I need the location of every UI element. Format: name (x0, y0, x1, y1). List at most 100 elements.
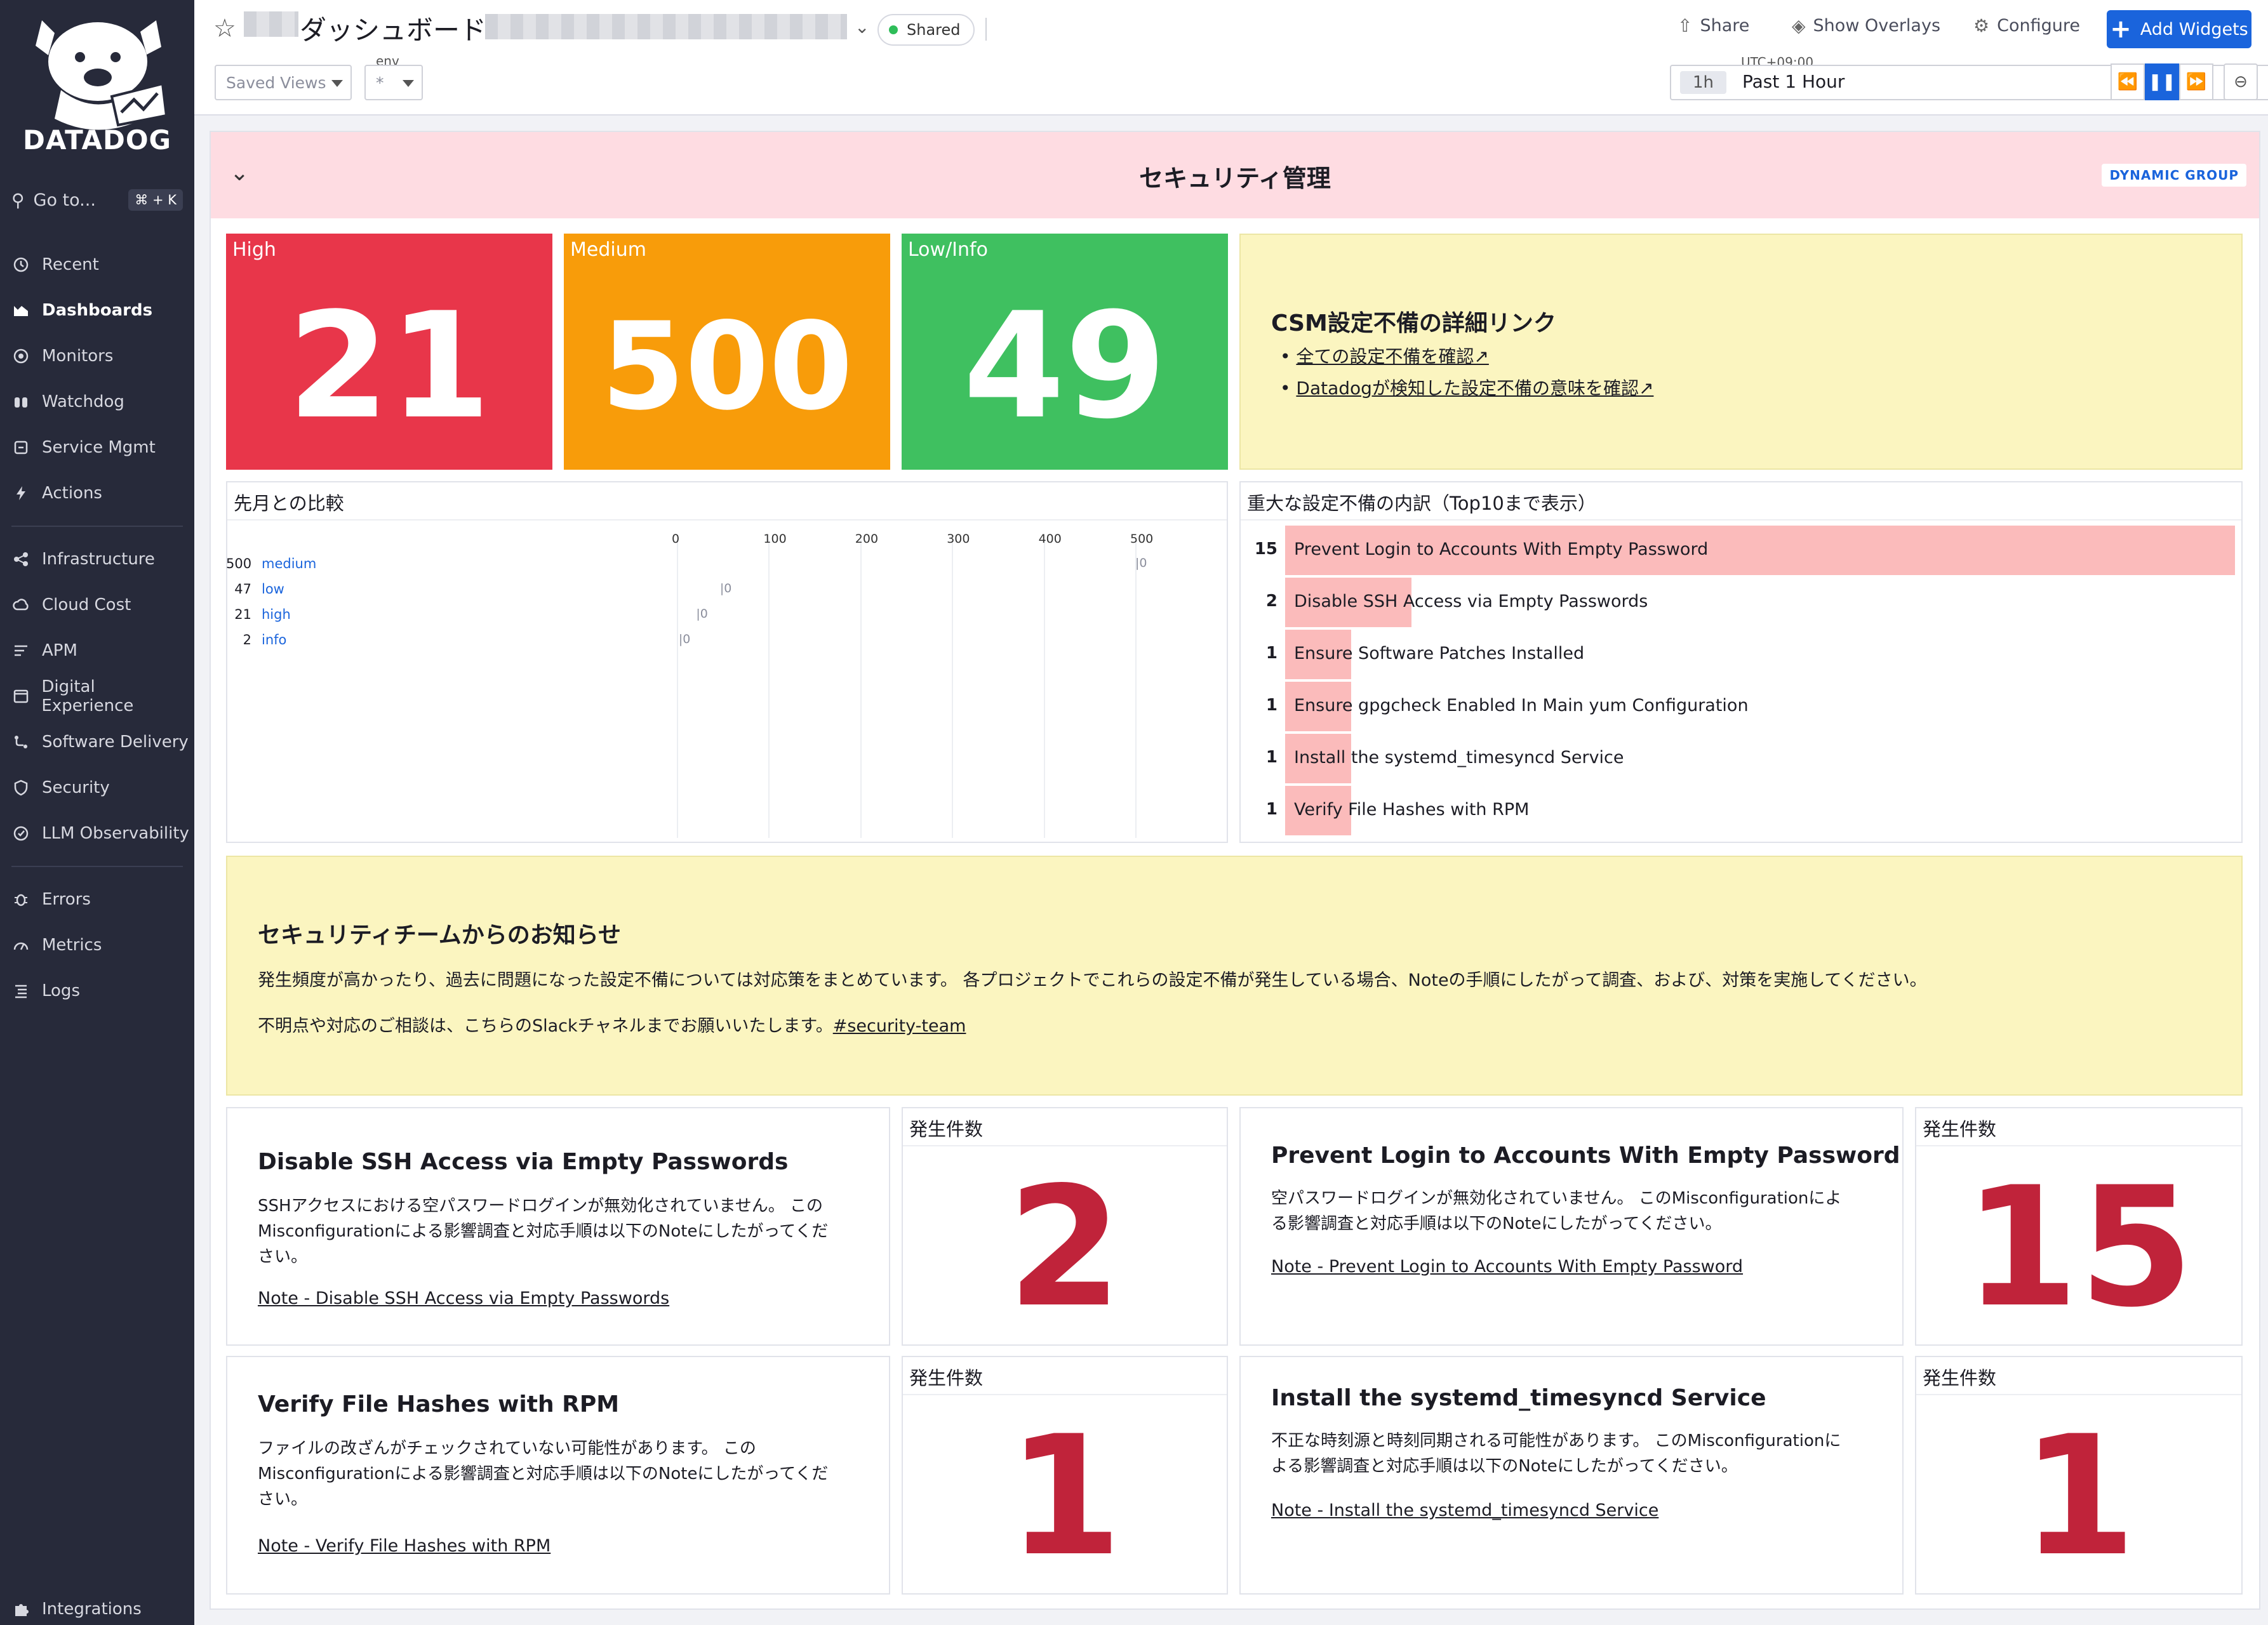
card-note-link[interactable]: Note - Disable SSH Access via Empty Pass… (258, 1289, 669, 1308)
sidebar-item-watchdog[interactable]: Watchdog (11, 386, 189, 418)
list-item[interactable]: 2 Disable SSH Access via Empty Passwords (1241, 576, 2241, 628)
query-value-low-info[interactable]: Low/Info 49 (902, 234, 1228, 470)
sidebar-item-recent[interactable]: Recent (11, 249, 189, 281)
shared-badge[interactable]: Shared (877, 14, 975, 46)
zoom-out-icon: ⊖ (2234, 72, 2248, 91)
sidebar-item-cloud-cost[interactable]: Cloud Cost (11, 589, 189, 621)
sidebar-item-logs[interactable]: Logs (11, 975, 189, 1007)
goto-search[interactable]: ⚲ Go to... ⌘ + K (11, 184, 183, 216)
sidebar-item-digital-experience[interactable]: Digital Experience (11, 677, 189, 715)
saved-views-select[interactable]: Saved Views (215, 65, 352, 100)
sidebar-item-label: Security (42, 778, 110, 797)
env-select[interactable]: * (364, 65, 423, 100)
sidebar-item-apm[interactable]: APM (11, 635, 189, 667)
share-label: Share (1700, 16, 1750, 36)
widget-title: 重大な設定不備の内訳（Top10まで表示） (1247, 493, 1596, 514)
sidebar-item-integrations[interactable]: Integrations (11, 1593, 189, 1625)
sidebar-item-security[interactable]: Security (11, 772, 189, 804)
sidebar-item-software-delivery[interactable]: Software Delivery (11, 726, 189, 758)
widget-title: Low/Info (908, 239, 988, 261)
upload-icon: ⇧ (1678, 15, 1693, 36)
widget-title: 先月との比較 (234, 493, 344, 514)
logs-icon (11, 981, 30, 1000)
list-item[interactable]: 1 Ensure Software Patches Installed (1241, 628, 2241, 680)
count-widget[interactable]: 発生件数 1 (1915, 1356, 2243, 1595)
count-value: 2 (1007, 1152, 1123, 1344)
title-divider (985, 18, 987, 41)
list-count: 1 (1265, 748, 1277, 767)
dashboard-icon (11, 301, 30, 320)
card-note-link[interactable]: Note - Prevent Login to Accounts With Em… (1271, 1257, 1743, 1277)
page-title[interactable]: ダッシュボード (300, 9, 486, 48)
card-note-link[interactable]: Note - Install the systemd_timesyncd Ser… (1271, 1501, 1658, 1520)
card-title: Disable SSH Access via Empty Passwords (258, 1149, 789, 1175)
sidebar-item-label: Watchdog (42, 392, 124, 411)
show-overlays-button[interactable]: ◈ Show Overlays (1792, 15, 1940, 36)
title-divider (1916, 1394, 2241, 1395)
sidebar-item-label: Service Mgmt (42, 438, 156, 457)
star-icon[interactable]: ☆ (213, 14, 236, 43)
query-value: 49 (963, 282, 1167, 451)
rewind-button[interactable]: ⏪ (2111, 63, 2145, 100)
count-widget[interactable]: 発生件数 15 (1915, 1107, 2243, 1346)
sidebar-item-label: Integrations (42, 1600, 142, 1619)
group-header[interactable]: ⌄ セキュリティ管理 DYNAMIC GROUP (211, 132, 2259, 218)
sidebar-item-infrastructure[interactable]: Infrastructure (11, 543, 189, 575)
list-count: 2 (1265, 592, 1277, 611)
row-name[interactable]: info (262, 632, 286, 647)
share-button[interactable]: ⇧ Share (1678, 15, 1749, 36)
title-divider (227, 519, 1227, 521)
add-widgets-button[interactable]: + Add Widgets (2107, 10, 2251, 48)
list-item[interactable]: 1 Install the systemd_timesyncd Service (1241, 733, 2241, 785)
chevron-down-icon[interactable]: ⌄ (855, 17, 869, 37)
sidebar-item-monitors[interactable]: Monitors (11, 340, 189, 372)
shield-icon (11, 778, 30, 797)
sidebar-item-label: APM (42, 641, 77, 660)
axis-tick-label: 0 (672, 532, 680, 546)
note-title: CSM設定不備の詳細リンク (1271, 310, 1556, 336)
sidebar-item-service-mgmt[interactable]: Service Mgmt (11, 432, 189, 463)
row-count: 2 (243, 632, 251, 647)
title-divider (903, 1145, 1227, 1146)
card-note-link[interactable]: Note - Verify File Hashes with RPM (258, 1536, 550, 1556)
sidebar-item-llm-observability[interactable]: LLM Observability (11, 818, 189, 849)
list-item[interactable]: 1 Verify File Hashes with RPM (1241, 785, 2241, 837)
query-value-medium[interactable]: Medium 500 (564, 234, 890, 470)
dashboard-canvas: ⌄ セキュリティ管理 DYNAMIC GROUP High 21 Medium … (210, 131, 2260, 1610)
pause-button[interactable]: ❚❚ (2145, 63, 2179, 100)
sidebar-item-errors[interactable]: Errors (11, 884, 189, 915)
all-misconfig-link[interactable]: 全ての設定不備を確認↗ (1296, 346, 1488, 367)
zoom-out-button[interactable]: ⊖ (2224, 63, 2258, 100)
list-label: Install the systemd_timesyncd Service (1294, 748, 1624, 767)
card-title: Verify File Hashes with RPM (258, 1391, 620, 1417)
row-name[interactable]: medium (262, 556, 316, 571)
row-name[interactable]: high (262, 607, 291, 622)
grid-line (1135, 540, 1137, 838)
plus-icon: + (2110, 15, 2131, 44)
top-misconfig-list-widget[interactable]: 重大な設定不備の内訳（Top10まで表示） 15 Prevent Login to… (1239, 481, 2243, 843)
misconfig-meaning-link[interactable]: Datadogが検知した設定不備の意味を確認↗ (1296, 378, 1653, 399)
count-widget[interactable]: 発生件数 1 (902, 1356, 1228, 1595)
time-range-label: Past 1 Hour (1742, 71, 1845, 92)
slack-channel-link[interactable]: #security-team (833, 1016, 966, 1036)
list-count: 1 (1265, 696, 1277, 715)
sidebar-item-actions[interactable]: Actions (11, 477, 189, 509)
card-body: SSHアクセスにおける空パスワードログインが無効化されていません。 このMisc… (258, 1197, 829, 1266)
list-item[interactable]: 1 Ensure gpgcheck Enabled In Main yum Con… (1241, 680, 2241, 733)
sidebar-item-label: Software Delivery (42, 733, 189, 752)
sidebar-item-metrics[interactable]: Metrics (11, 929, 189, 961)
list-item[interactable]: 15 Prevent Login to Accounts With Empty P… (1241, 524, 2241, 576)
value-marker: |0 (719, 581, 732, 595)
sidebar-item-dashboards[interactable]: Dashboards (11, 295, 189, 326)
count-widget[interactable]: 発生件数 2 (902, 1107, 1228, 1346)
card-body: 不正な時刻源と時刻同期される可能性があります。 このMisconfigurati… (1271, 1431, 1841, 1476)
count-value: 15 (1964, 1152, 2194, 1344)
title-divider (1916, 1145, 2241, 1146)
browser-icon (11, 687, 30, 706)
query-value-high[interactable]: High 21 (226, 234, 552, 470)
row-name[interactable]: low (262, 581, 284, 597)
fast-forward-button[interactable]: ⏩ (2179, 63, 2213, 100)
configure-button[interactable]: ⚙ Configure (1973, 15, 2080, 36)
month-comparison-widget[interactable]: 先月との比較 0 100 200 300 400 500 500 medium |0 47 low |… (226, 481, 1228, 843)
sidebar-divider (11, 526, 183, 527)
